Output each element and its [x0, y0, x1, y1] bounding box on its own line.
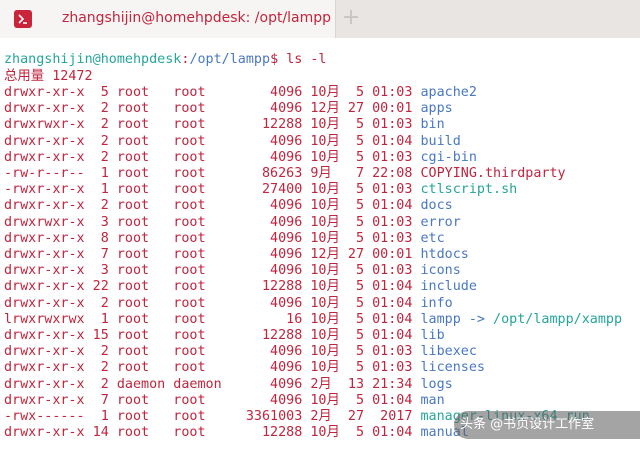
listing-entry-name: build — [420, 133, 461, 149]
listing-entry-name: libexec — [420, 344, 477, 360]
listing-row: drwxr-xr-x 2 root root 4096 10月 5 01:03 … — [4, 360, 485, 376]
listing-row: drwxr-xr-x 8 root root 4096 10月 5 01:03 … — [4, 231, 445, 247]
listing-row-meta: drwxr-xr-x 15 root root 12288 10月 5 01:0… — [4, 328, 421, 343]
listing-row-meta: drwxrwxr-x 3 root root 4096 10月 5 01:03 — [4, 214, 421, 230]
listing-entry-name: icons — [420, 263, 461, 279]
listing-entry-name: apps — [420, 101, 453, 117]
listing-entry-name: lampp — [420, 311, 461, 327]
listing-row-meta: drwxr-xr-x 3 root root 4096 10月 5 01:03 — [4, 263, 421, 279]
listing-entry-name: include — [420, 279, 477, 295]
listing-row-meta: drwxr-xr-x 2 root root 4096 10月 5 01:03 — [4, 360, 421, 376]
listing-row: drwxr-xr-x 2 root root 4096 10月 5 01:04 … — [4, 296, 453, 312]
tab-title: zhangshijin@homehpdesk: /opt/lampp — [62, 10, 332, 26]
listing-row: drwxr-xr-x 2 root root 4096 10月 5 01:04 … — [4, 134, 461, 150]
listing-row-meta: -rw-r--r-- 1 root root 86263 9月 7 22:08 — [4, 166, 421, 181]
listing-entry-name: docs — [420, 198, 453, 214]
listing-row: drwxr-xr-x 15 root root 12288 10月 5 01:0… — [4, 328, 445, 344]
watermark: 头条 @书页设计工作室 — [454, 411, 640, 439]
listing-entry-name: info — [420, 295, 453, 311]
new-tab-plus-icon[interactable]: + — [340, 7, 362, 29]
listing-row-meta: drwxr-xr-x 8 root root 4096 10月 5 01:03 — [4, 230, 421, 246]
terminal-output[interactable]: zhangshijin@homehpdesk:/opt/lampp$ ls -l… — [0, 38, 640, 449]
prompt-command: ls -l — [286, 52, 327, 67]
terminal-tab[interactable]: zhangshijin@homehpdesk: /opt/lampp — [0, 0, 336, 38]
listing-entry-name: etc — [420, 230, 445, 246]
listing-row: drwxr-xr-x 7 root root 4096 10月 5 01:04 … — [4, 393, 445, 409]
prompt-line: zhangshijin@homehpdesk:/opt/lampp$ ls -l — [4, 52, 327, 68]
listing-row: drwxr-xr-x 3 root root 4096 10月 5 01:03 … — [4, 263, 461, 279]
listing-row-meta: drwxr-xr-x 2 root root 4096 10月 5 01:04 — [4, 198, 421, 214]
symlink-target: /opt/lampp/xampp — [493, 311, 623, 327]
listing-row-meta: -rwxr-xr-x 1 root root 27400 10月 5 01:03 — [4, 182, 421, 198]
listing-row: drwxr-xr-x 14 root root 12288 10月 5 01:0… — [4, 425, 469, 441]
listing-row: -rw-r--r-- 1 root root 86263 9月 7 22:08 … — [4, 166, 566, 182]
listing-row-meta: drwxr-xr-x 7 root root 4096 10月 5 01:04 — [4, 392, 421, 408]
listing-row-meta: drwxr-xr-x 2 root root 4096 10月 5 01:03 — [4, 149, 421, 165]
listing-row: drwxrwxr-x 2 root root 12288 10月 5 01:03… — [4, 117, 445, 133]
symlink-arrow: -> — [460, 311, 494, 327]
listing-row-meta: drwxr-xr-x 2 root root 4096 12月 27 00:01 — [4, 101, 421, 117]
listing-entry-name: ctlscript.sh — [420, 182, 518, 198]
listing-row: drwxr-xr-x 5 root root 4096 10月 5 01:03 … — [4, 85, 477, 101]
listing-row: drwxr-xr-x 7 root root 4096 12月 27 00:01… — [4, 247, 469, 263]
listing-entry-name: licenses — [420, 360, 485, 376]
watermark-text: 头条 @书页设计工作室 — [460, 417, 595, 432]
listing-row-meta: drwxr-xr-x 22 root root 12288 10月 5 01:0… — [4, 279, 421, 295]
prompt-suffix: $ — [270, 52, 287, 67]
prompt-user-host: zhangshijin@homehpdesk — [4, 52, 182, 67]
listing-row-meta: drwxr-xr-x 14 root root 12288 10月 5 01:0… — [4, 425, 421, 441]
total-line: 总用量 12472 — [4, 69, 93, 84]
listing-row-meta: drwxr-xr-x 2 daemon daemon 4096 2月 13 21… — [4, 376, 421, 392]
listing-entry-name: error — [420, 214, 461, 230]
listing-row: -rwxr-xr-x 1 root root 27400 10月 5 01:03… — [4, 182, 517, 198]
listing-entry-name: COPYING.thirdparty — [420, 166, 566, 181]
listing-entry-name: bin — [420, 117, 445, 133]
listing-row-meta: drwxr-xr-x 5 root root 4096 10月 5 01:03 — [4, 85, 421, 100]
title-bar: zhangshijin@homehpdesk: /opt/lampp + — [0, 0, 640, 38]
listing-row-meta: lrwxrwxrwx 1 root root 16 10月 5 01:04 — [4, 311, 421, 327]
prompt-path: /opt/lampp — [189, 52, 271, 67]
listing-row: drwxr-xr-x 2 root root 4096 10月 5 01:03 … — [4, 344, 477, 360]
terminal-icon — [14, 10, 32, 28]
listing-entry-name: man — [420, 392, 445, 408]
listing-row-meta: drwxrwxr-x 2 root root 12288 10月 5 01:03 — [4, 117, 421, 133]
listing-row: drwxr-xr-x 2 root root 4096 10月 5 01:04 … — [4, 198, 453, 214]
listing-entry-name: lib — [420, 328, 445, 343]
listing-row-meta: drwxr-xr-x 2 root root 4096 10月 5 01:03 — [4, 344, 421, 360]
listing-row: drwxr-xr-x 22 root root 12288 10月 5 01:0… — [4, 279, 477, 295]
listing-row: drwxrwxr-x 3 root root 4096 10月 5 01:03 … — [4, 215, 461, 231]
listing-row: lrwxrwxrwx 1 root root 16 10月 5 01:04 la… — [4, 312, 622, 328]
listing-row: drwxr-xr-x 2 root root 4096 10月 5 01:03 … — [4, 150, 477, 166]
listing-row-meta: -rwx------ 1 root root 3361003 2月 27 201… — [4, 409, 421, 424]
listing-entry-name: apache2 — [420, 85, 477, 100]
listing-row: drwxr-xr-x 2 root root 4096 12月 27 00:01… — [4, 101, 453, 117]
listing-entry-name: htdocs — [420, 247, 469, 262]
listing-row-meta: drwxr-xr-x 2 root root 4096 10月 5 01:04 — [4, 133, 421, 149]
listing-row-meta: drwxr-xr-x 2 root root 4096 10月 5 01:04 — [4, 295, 421, 311]
listing-row: drwxr-xr-x 2 daemon daemon 4096 2月 13 21… — [4, 377, 453, 393]
listing-entry-name: cgi-bin — [420, 149, 477, 165]
listing-row-meta: drwxr-xr-x 7 root root 4096 12月 27 00:01 — [4, 247, 421, 262]
listing-entry-name: logs — [420, 376, 453, 392]
